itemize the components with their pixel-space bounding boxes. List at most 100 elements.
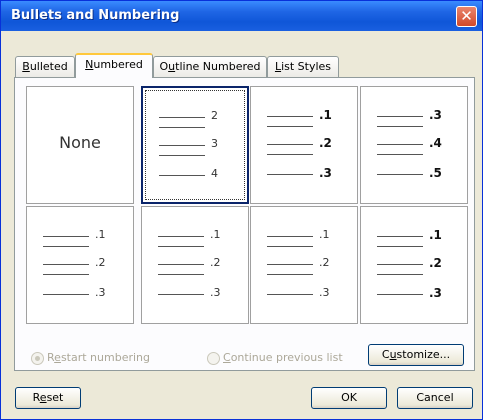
list-preview-row: .2 xyxy=(27,253,133,277)
list-preview-line xyxy=(267,154,313,155)
list-preview-line xyxy=(158,274,204,275)
ok-button[interactable]: OK xyxy=(311,387,387,409)
numbering-style-option[interactable]: .1 .2 .3 xyxy=(250,86,358,204)
list-preview-row: .2 xyxy=(251,133,357,157)
list-preview-line xyxy=(267,116,313,117)
numbering-style-none[interactable]: None xyxy=(26,86,134,204)
list-preview-row: .3 xyxy=(142,283,248,307)
restart-numbering-label: Restart numbering xyxy=(47,351,150,364)
list-number-label: .3 xyxy=(319,286,330,299)
list-preview-line xyxy=(377,154,423,155)
list-number-label: .2 xyxy=(210,256,221,269)
list-number-label: .1 xyxy=(95,228,106,241)
list-preview-line xyxy=(377,264,423,265)
list-preview-line xyxy=(377,174,423,175)
list-preview-line xyxy=(377,294,423,295)
list-preview-line xyxy=(159,127,205,128)
tab-panel: None 2 3 4 .1 .2 .3 .3 .4 .5 .1 .2 .3 .1 .2 .3 .1.… xyxy=(14,77,475,371)
reset-button[interactable]: Reset xyxy=(15,387,81,409)
close-icon: ✕ xyxy=(460,7,473,25)
list-preview-line xyxy=(377,274,423,275)
close-button[interactable]: ✕ xyxy=(456,6,477,27)
list-preview-line xyxy=(377,246,423,247)
list-number-label: .2 xyxy=(95,256,106,269)
list-preview-row: 3 xyxy=(143,134,247,158)
list-preview-row: .2 xyxy=(251,253,357,277)
list-preview-row: .3 xyxy=(27,283,133,307)
list-preview-line xyxy=(267,236,313,237)
list-preview-line xyxy=(43,274,89,275)
list-number-label: 2 xyxy=(211,109,218,122)
list-preview-line xyxy=(267,274,313,275)
restart-numbering-radio[interactable]: Restart numbering xyxy=(31,351,191,365)
list-number-label: .3 xyxy=(319,166,332,180)
radio-indicator xyxy=(31,352,44,365)
list-number-label: .1 xyxy=(319,108,332,122)
list-preview-line xyxy=(267,126,313,127)
list-preview-line xyxy=(158,264,204,265)
list-number-label: .2 xyxy=(319,256,330,269)
numbering-style-option[interactable]: .1 .2 .3 xyxy=(250,206,358,324)
numbering-style-option[interactable]: .1 .2 .3 xyxy=(141,206,249,324)
tab-list-styles[interactable]: List Styles xyxy=(267,56,339,77)
list-preview-row: .3 xyxy=(361,283,467,307)
cancel-button[interactable]: Cancel xyxy=(397,387,473,409)
list-preview-line xyxy=(158,294,204,295)
list-number-label: .2 xyxy=(429,256,442,270)
list-preview-row: .2 xyxy=(142,253,248,277)
list-preview-line xyxy=(377,144,423,145)
list-preview-line xyxy=(377,116,423,117)
list-preview-line xyxy=(267,294,313,295)
list-preview-line xyxy=(377,236,423,237)
list-preview-row: 4 xyxy=(143,164,247,188)
list-preview-row: .2 xyxy=(361,253,467,277)
list-number-label: .1 xyxy=(210,228,221,241)
list-preview-line xyxy=(43,246,89,247)
numbering-style-option[interactable]: 2 3 4 xyxy=(141,86,249,204)
list-number-label: .3 xyxy=(429,286,442,300)
tab-numbered[interactable]: Numbered xyxy=(75,53,153,78)
list-preview-row: .5 xyxy=(361,163,467,187)
list-preview-line xyxy=(43,294,89,295)
list-preview-line xyxy=(267,246,313,247)
list-preview-line xyxy=(158,246,204,247)
dialog-window: Bullets and Numbering ✕ Bulleted Numbere… xyxy=(0,0,483,420)
list-preview-line xyxy=(159,175,205,176)
list-preview-row: .3 xyxy=(251,283,357,307)
none-label: None xyxy=(59,133,101,152)
tab-bulleted[interactable]: Bulleted xyxy=(15,56,75,77)
list-preview-line xyxy=(267,144,313,145)
list-preview-row: .4 xyxy=(361,133,467,157)
list-preview-line xyxy=(43,236,89,237)
list-preview-line xyxy=(267,264,313,265)
list-number-label: .2 xyxy=(319,136,332,150)
numbering-style-option[interactable]: .1 .2 .3 xyxy=(360,206,468,324)
tab-outline-numbered[interactable]: Outline Numbered xyxy=(153,56,267,77)
list-preview-line xyxy=(158,236,204,237)
list-preview-row: .1 xyxy=(251,105,357,129)
list-preview-line xyxy=(43,264,89,265)
list-preview-row: .1 xyxy=(142,225,248,249)
list-number-label: .4 xyxy=(429,136,442,150)
list-number-label: 3 xyxy=(211,137,218,150)
list-preview-line xyxy=(267,174,313,175)
numbering-style-option[interactable]: .1 .2 .3 xyxy=(26,206,134,324)
list-preview-line xyxy=(159,145,205,146)
list-preview-row: 2 xyxy=(143,106,247,130)
list-preview-line xyxy=(159,155,205,156)
list-number-label: .1 xyxy=(319,228,330,241)
continue-previous-list-radio[interactable]: Continue previous list xyxy=(207,351,377,365)
radio-indicator xyxy=(207,352,220,365)
dialog-title: Bullets and Numbering xyxy=(11,8,180,23)
list-preview-row: .1 xyxy=(27,225,133,249)
list-preview-line xyxy=(377,126,423,127)
customize-button[interactable]: Customize... xyxy=(368,344,464,366)
numbering-style-option[interactable]: .3 .4 .5 xyxy=(360,86,468,204)
list-preview-row: .3 xyxy=(251,163,357,187)
list-preview-row: .1 xyxy=(361,225,467,249)
list-number-label: .5 xyxy=(429,166,442,180)
list-number-label: .3 xyxy=(210,286,221,299)
list-number-label: .3 xyxy=(95,286,106,299)
list-preview-line xyxy=(159,117,205,118)
title-bar[interactable]: Bullets and Numbering ✕ xyxy=(1,1,482,31)
